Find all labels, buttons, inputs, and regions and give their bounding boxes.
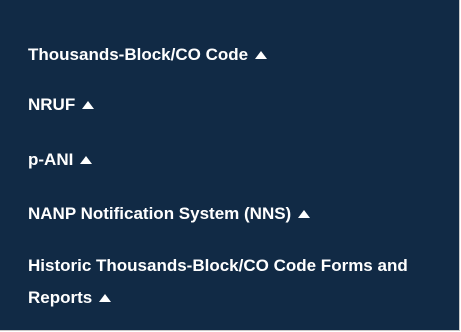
menu-item-p-ani[interactable]: p-ANI — [28, 143, 439, 177]
menu-item-thousands-block-co-code[interactable]: Thousands-Block/CO Code — [28, 38, 439, 72]
menu-item-nruf[interactable]: NRUF — [28, 88, 439, 122]
menu-item-label: NRUF — [28, 95, 76, 114]
menu-item-label: Thousands-Block/CO Code — [28, 45, 249, 64]
menu-item-label: NANP Notification System (NNS) — [28, 204, 292, 223]
menu-item-nanp-notification-system[interactable]: NANP Notification System (NNS) — [28, 197, 439, 231]
caret-up-icon — [255, 51, 268, 59]
caret-up-icon — [298, 210, 311, 218]
menu-item-label: Historic Thousands-Block/CO Code Forms a… — [28, 256, 408, 307]
caret-up-icon — [82, 101, 95, 109]
nav-menu-panel: Thousands-Block/CO Code NRUF p-ANI NANP … — [0, 0, 460, 331]
caret-up-icon — [80, 156, 93, 164]
menu-item-label: p-ANI — [28, 150, 74, 169]
menu-item-historic-forms-and-reports[interactable]: Historic Thousands-Block/CO Code Forms a… — [28, 250, 439, 314]
caret-up-icon — [99, 294, 112, 302]
